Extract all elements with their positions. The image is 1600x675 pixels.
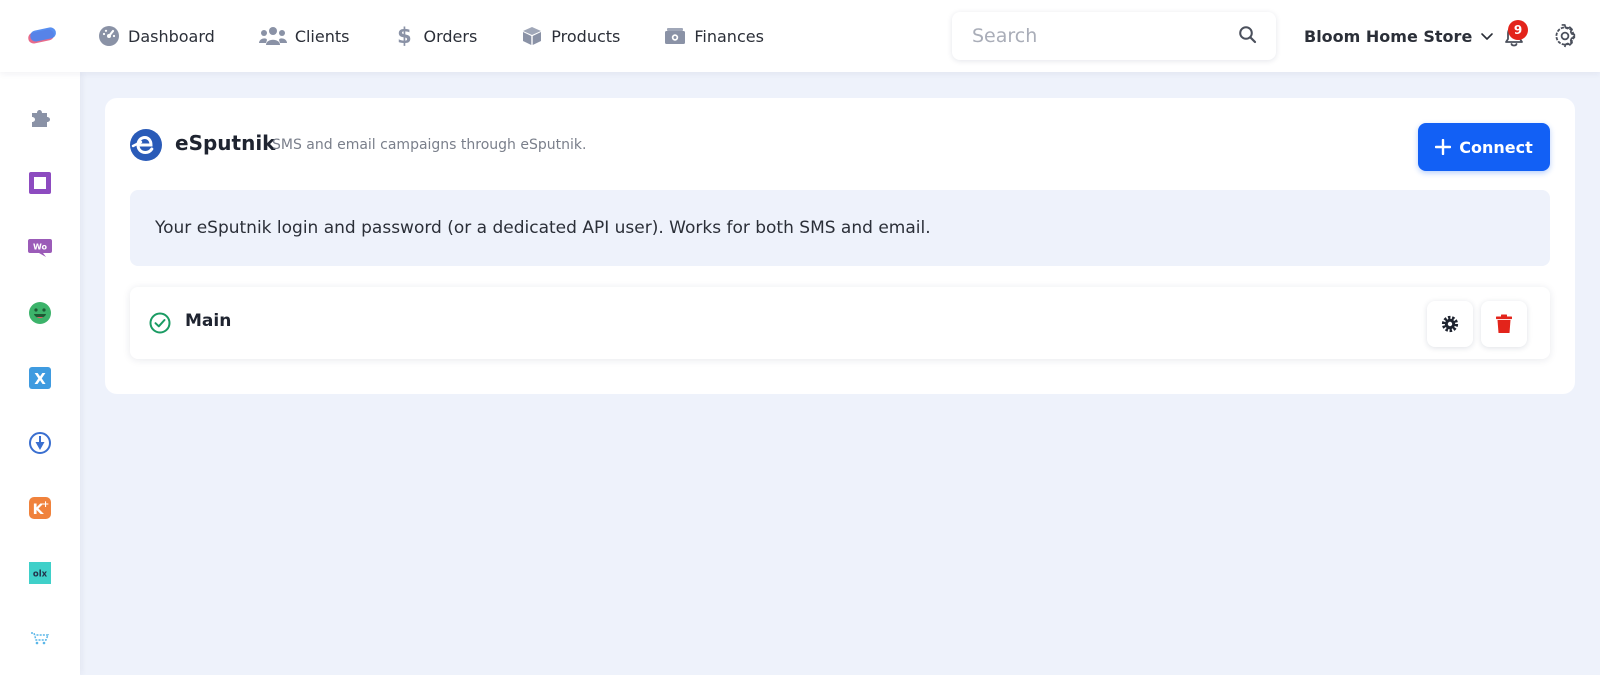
sidebar-item-square-app[interactable] <box>26 169 54 197</box>
nav-item-dashboard[interactable]: Dashboard <box>98 0 215 72</box>
sidebar-item-integrations[interactable] <box>26 104 54 132</box>
svg-text:Wo: Wo <box>33 243 48 252</box>
nav-item-orders[interactable]: $ Orders <box>393 0 477 72</box>
k-plus-app-icon: K + <box>29 497 51 519</box>
info-text: Your eSputnik login and password (or a d… <box>155 218 931 238</box>
users-icon <box>258 25 287 47</box>
search-box <box>952 12 1276 60</box>
store-name: Bloom Home Store <box>1304 26 1473 46</box>
search-icon[interactable] <box>1238 25 1258 45</box>
connect-button-label: Connect <box>1459 137 1533 157</box>
plus-icon <box>1435 139 1452 155</box>
account-settings-button[interactable] <box>1427 301 1473 347</box>
dollar-icon: $ <box>397 24 412 48</box>
info-box: Your eSputnik login and password (or a d… <box>130 190 1550 266</box>
cart-app-icon <box>31 632 50 645</box>
top-navbar: Dashboard Clients $ Orders Products Fina… <box>0 0 1600 72</box>
nav-label: Dashboard <box>128 26 215 46</box>
nav-label: Finances <box>694 26 764 46</box>
search-input[interactable] <box>952 12 1232 60</box>
notification-count-badge: 9 <box>1508 20 1528 40</box>
nav-item-products[interactable]: Products <box>521 0 620 72</box>
main-nav: Dashboard Clients $ Orders Products Fina… <box>98 0 808 72</box>
account-name: Main <box>185 311 232 331</box>
box-icon <box>521 25 543 47</box>
gauge-icon <box>98 25 120 47</box>
nav-label: Orders <box>423 26 478 46</box>
nav-label: Products <box>551 26 621 46</box>
integrations-sidebar: Wo X K + olx <box>0 72 80 675</box>
smile-app-icon <box>29 302 51 324</box>
location-app-icon <box>29 432 51 454</box>
sidebar-item-k-plus-app[interactable]: K + <box>26 494 54 522</box>
connect-button[interactable]: Connect <box>1418 123 1550 171</box>
account-delete-button[interactable] <box>1481 301 1527 347</box>
integration-title: eSputnik <box>175 131 276 155</box>
sidebar-item-woocommerce[interactable]: Wo <box>26 234 54 262</box>
gear-icon <box>1441 315 1459 333</box>
sidebar-item-cart-app[interactable] <box>26 624 54 652</box>
nav-item-finances[interactable]: Finances <box>664 0 764 72</box>
money-icon <box>664 25 686 47</box>
sidebar-item-x-app[interactable]: X <box>26 364 54 392</box>
nav-item-clients[interactable]: Clients <box>258 0 350 72</box>
check-circle-icon <box>149 312 171 334</box>
svg-text:X: X <box>34 370 46 388</box>
chevron-down-icon <box>1481 33 1494 40</box>
trash-icon <box>1496 314 1512 333</box>
settings-gear-icon[interactable] <box>1553 24 1577 48</box>
store-selector[interactable]: Bloom Home Store <box>1304 22 1494 50</box>
integration-card: eSputnik SMS and email campaigns through… <box>105 98 1575 394</box>
woocommerce-icon: Wo <box>28 239 52 257</box>
sidebar-item-smile-app[interactable] <box>26 299 54 327</box>
olx-icon: olx <box>29 562 51 584</box>
esputnik-logo-icon <box>130 129 162 161</box>
app-logo-icon[interactable] <box>26 25 58 47</box>
sidebar-item-olx[interactable]: olx <box>26 559 54 587</box>
svg-text:+: + <box>42 500 50 510</box>
nav-label: Clients <box>294 26 350 46</box>
svg-text:olx: olx <box>33 570 48 580</box>
integration-description: SMS and email campaigns through eSputnik… <box>272 137 587 153</box>
x-app-icon: X <box>29 367 51 389</box>
account-row: Main <box>130 287 1550 359</box>
square-app-icon <box>29 172 51 194</box>
sidebar-item-location-app[interactable] <box>26 429 54 457</box>
puzzle-icon <box>32 110 50 127</box>
